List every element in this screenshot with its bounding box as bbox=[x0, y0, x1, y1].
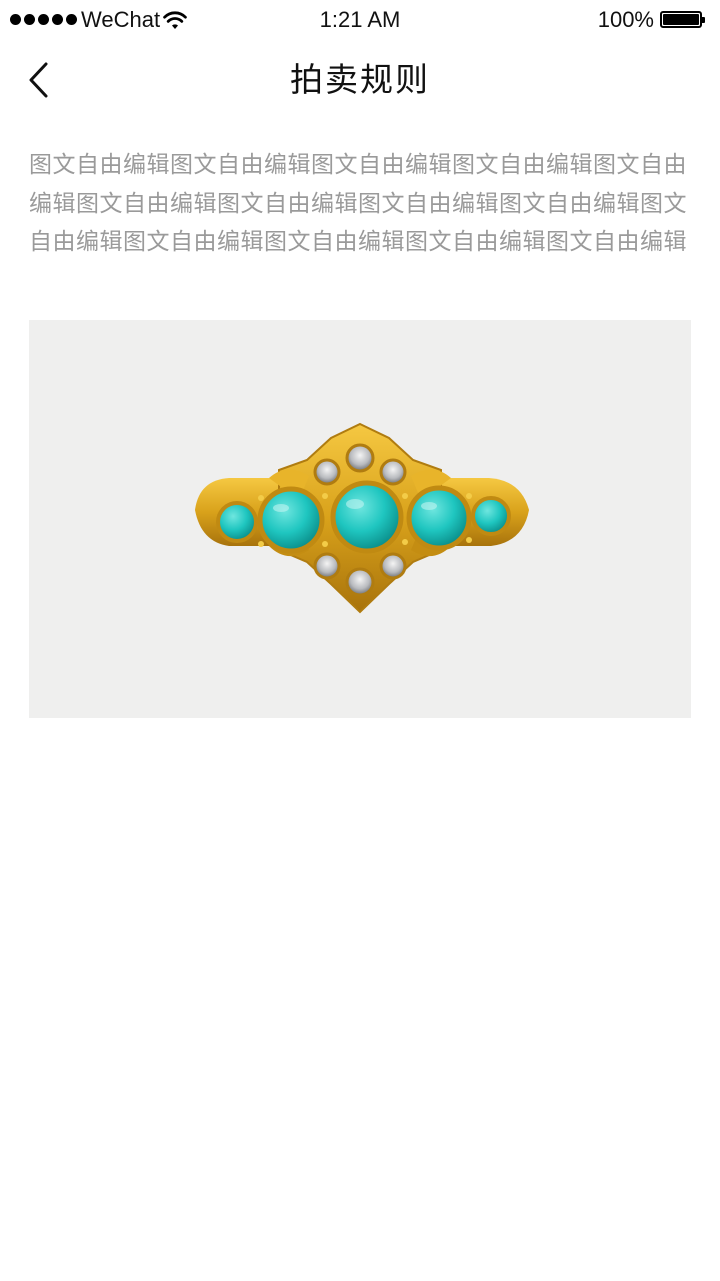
ring-illustration bbox=[195, 422, 529, 614]
status-bar: WeChat 1:21 AM 100% bbox=[0, 0, 720, 40]
rules-description-text: 图文自由编辑图文自由编辑图文自由编辑图文自由编辑图文自由编辑图文自由编辑图文自由… bbox=[29, 152, 687, 255]
turquoise-gold-ring-image bbox=[29, 320, 691, 718]
page-title: 拍卖规则 bbox=[290, 60, 430, 99]
battery-icon bbox=[660, 11, 705, 28]
battery-percentage: 100% bbox=[597, 7, 654, 32]
navigation-bar: 拍卖规则 bbox=[0, 40, 720, 122]
